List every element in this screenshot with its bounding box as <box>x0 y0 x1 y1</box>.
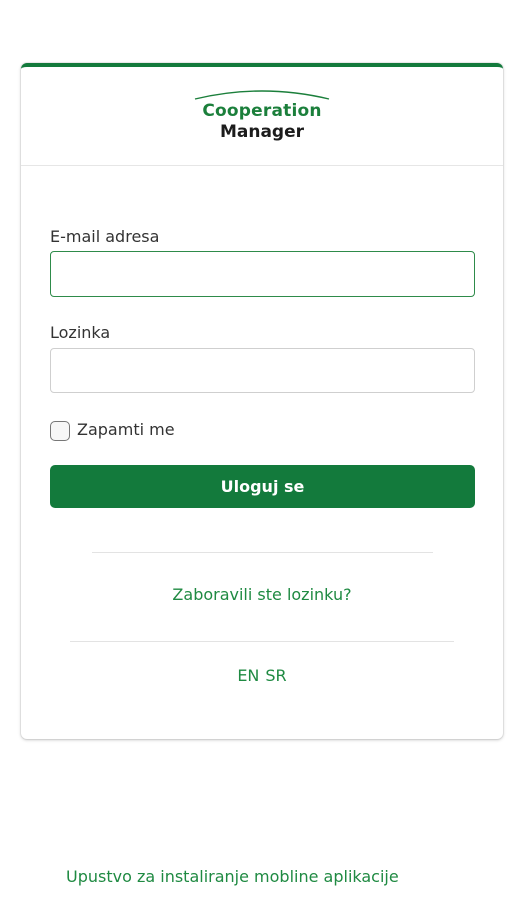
login-button[interactable]: Uloguj se <box>50 465 475 508</box>
password-input[interactable] <box>50 348 475 393</box>
remember-me-row[interactable]: Zapamti me <box>50 419 175 443</box>
app-logo: Cooperation Manager <box>21 87 503 147</box>
divider <box>92 552 433 553</box>
remember-me-checkbox[interactable] <box>50 421 70 441</box>
lang-en-link[interactable]: EN <box>234 666 262 685</box>
email-input[interactable] <box>50 251 475 297</box>
language-switcher: EN SR <box>21 666 503 685</box>
divider <box>70 641 454 642</box>
install-app-link[interactable]: Upustvo za instaliranje mobline aplikaci… <box>66 867 399 886</box>
email-label: E-mail adresa <box>50 227 160 246</box>
login-card: Cooperation Manager E-mail adresa Lozink… <box>21 63 503 739</box>
logo-arc-icon <box>194 90 330 100</box>
card-header: Cooperation Manager <box>21 67 503 166</box>
forgot-password-link[interactable]: Zaboravili ste lozinku? <box>21 585 503 604</box>
logo-text-secondary: Manager <box>219 122 305 142</box>
logo-text-primary: Cooperation <box>202 101 322 121</box>
password-label: Lozinka <box>50 323 111 342</box>
lang-sr-link[interactable]: SR <box>262 666 289 685</box>
remember-me-label: Zapamti me <box>77 419 175 439</box>
